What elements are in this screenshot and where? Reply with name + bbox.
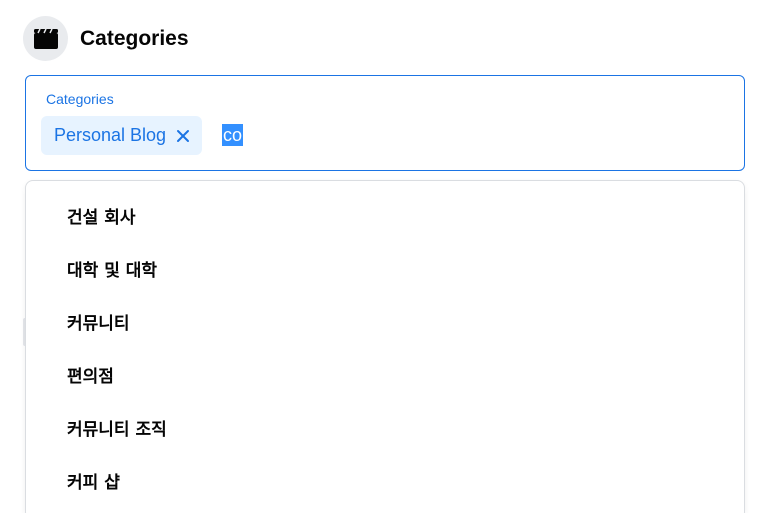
dropdown-option[interactable]: 커피 샵 bbox=[26, 454, 744, 507]
dropdown-option[interactable]: 건설 회사 bbox=[26, 189, 744, 242]
chip-label: Personal Blog bbox=[54, 125, 167, 145]
suggestions-dropdown: 건설 회사 대학 및 대학 커뮤니티 편의점 커뮤니티 조직 커피 샵 bbox=[25, 180, 745, 513]
section-header: Categories bbox=[23, 16, 189, 61]
clapperboard-icon bbox=[33, 28, 58, 49]
dropdown-option[interactable]: 커뮤니티 bbox=[26, 295, 744, 348]
page-title: Categories bbox=[80, 26, 189, 50]
page: Categories Categories Personal Blog co 건… bbox=[0, 0, 770, 513]
close-icon bbox=[177, 129, 190, 142]
categories-field[interactable]: Categories Personal Blog co bbox=[25, 75, 745, 171]
dropdown-option[interactable]: 커뮤니티 조직 bbox=[26, 401, 744, 454]
category-chip: Personal Blog bbox=[41, 116, 203, 155]
header-icon-circle bbox=[23, 16, 68, 61]
dropdown-option[interactable]: 편의점 bbox=[26, 348, 744, 401]
field-label: Categories bbox=[46, 91, 114, 107]
dropdown-option[interactable]: 대학 및 대학 bbox=[26, 242, 744, 295]
chip-remove-button[interactable] bbox=[176, 129, 190, 143]
category-search-input[interactable]: co bbox=[222, 124, 244, 146]
